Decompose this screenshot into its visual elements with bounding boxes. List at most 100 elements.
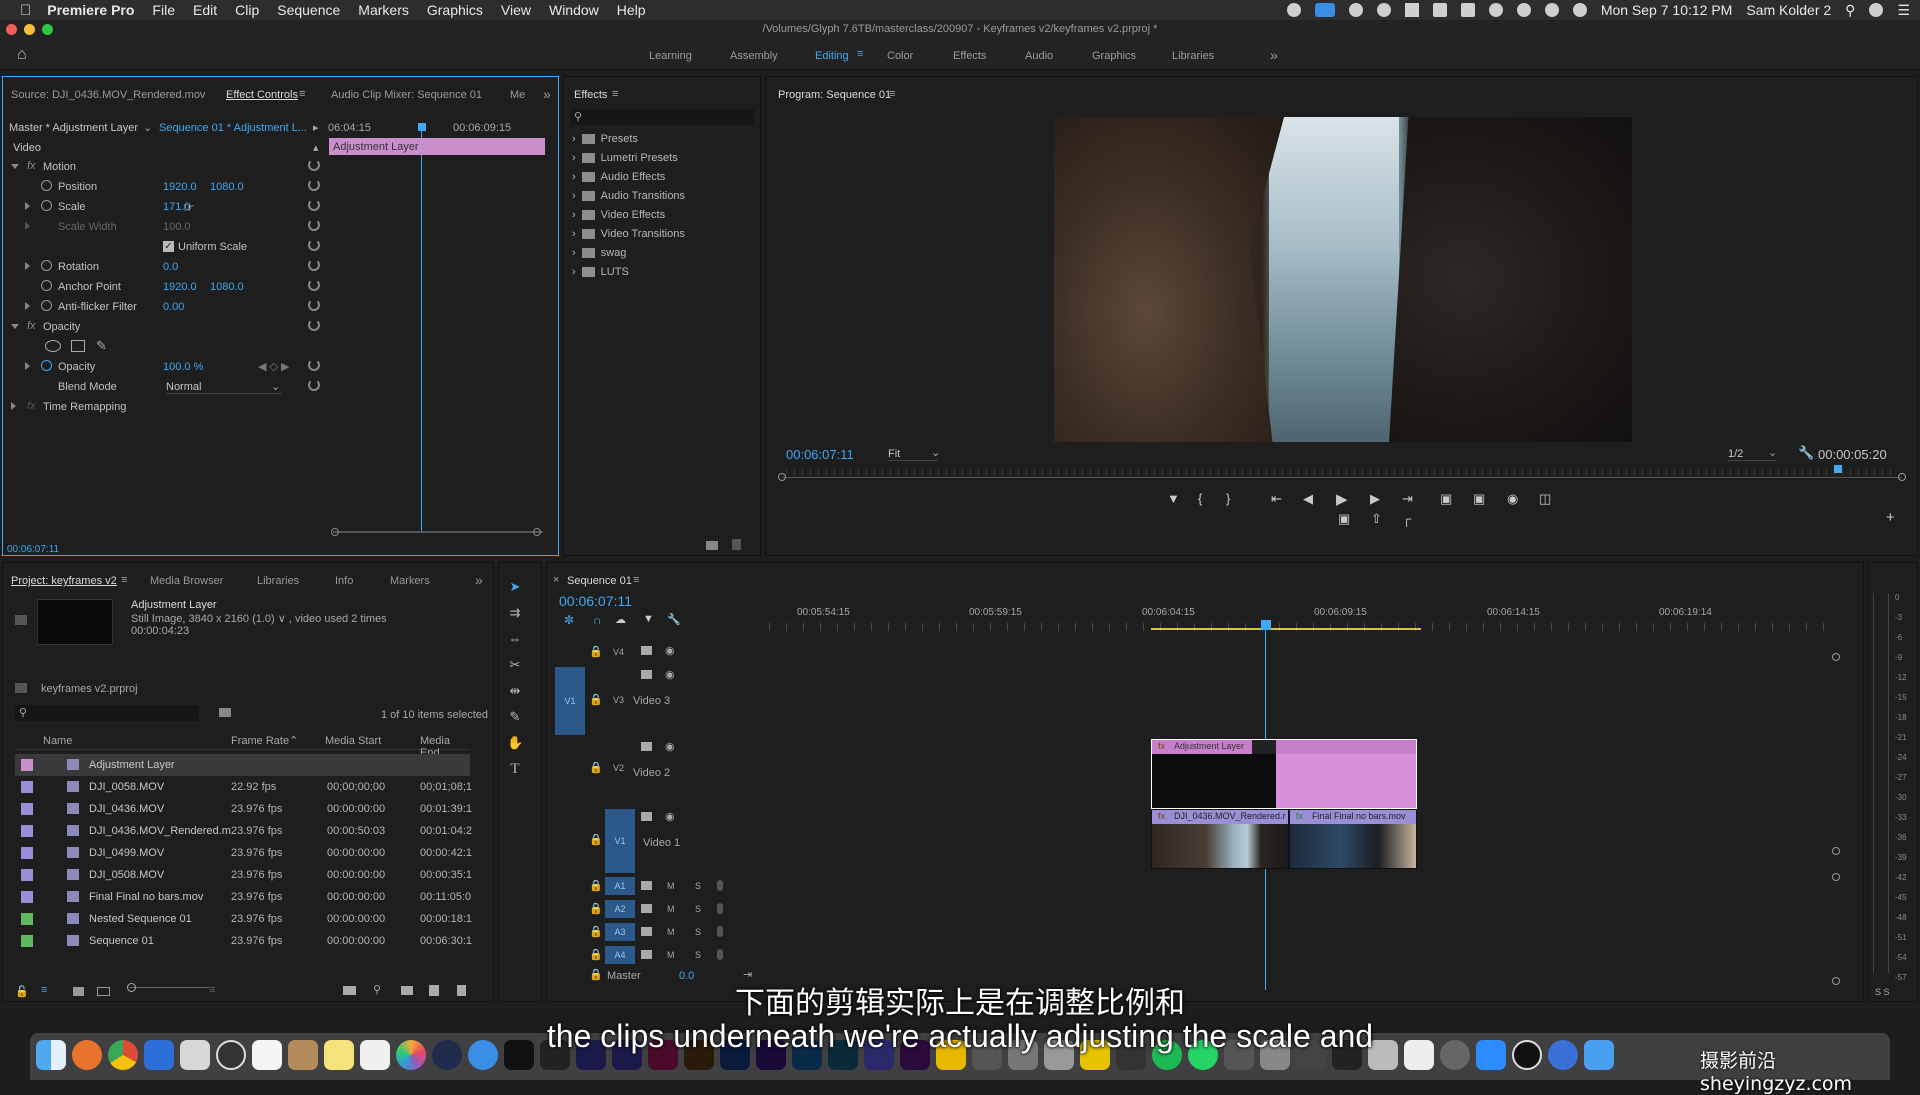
row-opacity[interactable]: Opacity 100.0 % ◀ ◇ ▶	[3, 357, 328, 377]
scrubber-start-handle[interactable]	[778, 473, 786, 481]
stopwatch-icon[interactable]	[41, 280, 52, 291]
solo-button[interactable]: S	[695, 881, 701, 891]
airplay-icon[interactable]	[1460, 3, 1475, 17]
new-bin-from-search-icon[interactable]	[219, 708, 231, 717]
label-color-swatch[interactable]	[21, 891, 33, 903]
chevron-down-icon[interactable]: ⌄	[1768, 446, 1777, 459]
label-color-swatch[interactable]	[21, 847, 33, 859]
step-back-button[interactable]: ◀	[1303, 491, 1313, 507]
work-area-bar[interactable]	[1151, 628, 1421, 630]
workspace-learning[interactable]: Learning	[649, 50, 692, 62]
expand-icon[interactable]	[25, 362, 30, 370]
pen-mask-icon[interactable]: ✎	[96, 338, 107, 354]
mark-in-button[interactable]: {	[1198, 491, 1202, 506]
comparison-view-button[interactable]: ◫	[1539, 491, 1551, 507]
workspace-menu-icon[interactable]: ≡	[857, 48, 863, 60]
effects-item-video-transitions[interactable]: › Video Transitions	[572, 228, 685, 246]
lock-icon[interactable]: 🔒	[589, 645, 603, 658]
cloud-icon[interactable]	[1348, 3, 1363, 17]
eye-icon[interactable]: ◉	[665, 810, 675, 823]
extract-button[interactable]: ▣	[1473, 491, 1485, 507]
minimize-window-button[interactable]	[24, 24, 35, 35]
effects-title[interactable]: Effects	[574, 89, 607, 101]
hand-tool-icon[interactable]: ✋	[507, 735, 523, 751]
go-to-in-button[interactable]: ⇤	[1271, 491, 1282, 507]
clock-icon[interactable]	[1488, 3, 1503, 17]
warning-icon[interactable]	[1404, 3, 1419, 17]
column-name[interactable]: Name	[43, 735, 72, 747]
reset-icon[interactable]	[308, 319, 320, 331]
lock-icon[interactable]: 🔒	[589, 761, 603, 774]
uniform-scale-checkbox[interactable]: ✓	[163, 241, 174, 252]
label-color-swatch[interactable]	[21, 869, 33, 881]
reset-icon[interactable]	[308, 199, 320, 211]
play-button[interactable]: ▶	[1336, 490, 1348, 508]
sync-lock-icon[interactable]	[641, 670, 652, 679]
tabs-overflow[interactable]: »	[543, 86, 551, 102]
workspace-effects[interactable]: Effects	[953, 50, 986, 62]
panel-menu-icon[interactable]: ≡	[889, 88, 895, 100]
lock-icon[interactable]: 🔒	[589, 693, 603, 706]
timeline-vscroll-handle[interactable]	[1832, 847, 1840, 855]
reset-icon[interactable]	[308, 179, 320, 191]
effects-search-input[interactable]: ⚲	[570, 109, 754, 125]
workspace-color[interactable]: Color	[887, 50, 913, 62]
column-media-start[interactable]: Media Start	[325, 735, 381, 747]
project-search-input[interactable]: ⚲	[15, 705, 199, 721]
track-v2-label[interactable]: V2	[613, 763, 624, 773]
slip-tool-icon[interactable]: ⇹	[507, 683, 523, 699]
stopwatch-icon[interactable]	[41, 360, 52, 371]
track-v4-label[interactable]: V4	[613, 647, 624, 657]
reset-icon[interactable]	[308, 279, 320, 291]
screen-icon[interactable]	[1432, 3, 1447, 17]
label-color-swatch[interactable]	[21, 913, 33, 925]
track-v1-label[interactable]: V1	[605, 809, 635, 873]
list-item[interactable]: Sequence 01 23.976 fps 00:00:00:00 00:06:30…	[15, 930, 472, 952]
timeline-vscroll-handle[interactable]	[1832, 653, 1840, 661]
tab-metadata[interactable]: Me	[510, 89, 525, 101]
row-motion[interactable]: fx Motion	[3, 157, 328, 177]
bolt-icon[interactable]	[1376, 3, 1391, 17]
eye-icon[interactable]: ◉	[665, 644, 675, 657]
expand-icon[interactable]	[25, 262, 30, 270]
panel-menu-icon[interactable]: ≡	[299, 88, 305, 100]
tab-effect-controls[interactable]: Effect Controls	[226, 89, 298, 101]
rectangle-mask-icon[interactable]	[71, 340, 85, 352]
type-tool-icon[interactable]: T	[507, 761, 523, 777]
sync-lock-icon[interactable]	[641, 812, 652, 821]
nest-toggle-icon[interactable]: ✼	[564, 613, 574, 627]
row-position[interactable]: Position 1920.0 1080.0	[3, 177, 328, 197]
final-no-bars-clip[interactable]: fx Final Final no bars.mov	[1289, 809, 1417, 869]
dji-0436-rendered-clip[interactable]: fx DJI_0436.MOV_Rendered.m	[1151, 809, 1289, 869]
item-thumbnail[interactable]	[37, 599, 113, 645]
sequence-clip-label[interactable]: Sequence 01 * Adjustment L...	[159, 122, 307, 134]
menu-clip[interactable]: Clip	[235, 2, 259, 18]
menu-file[interactable]: File	[152, 2, 175, 18]
track-a3-label[interactable]: A3	[605, 923, 635, 941]
sync-lock-icon[interactable]	[641, 742, 652, 751]
ripple-edit-tool-icon[interactable]: ⇔	[507, 631, 523, 647]
reset-icon[interactable]	[308, 299, 320, 311]
reset-icon[interactable]	[308, 259, 320, 271]
ec-scrollbar[interactable]	[333, 531, 543, 533]
wifi-icon[interactable]	[1544, 3, 1559, 17]
tab-markers[interactable]: Markers	[390, 575, 430, 587]
row-scale[interactable]: Scale 171.0 ☞	[3, 197, 328, 217]
position-x-value[interactable]: 1920.0	[163, 181, 197, 193]
label-color-swatch[interactable]	[21, 781, 33, 793]
workspace-audio[interactable]: Audio	[1025, 50, 1053, 62]
sync-lock-icon[interactable]	[641, 904, 652, 913]
list-item[interactable]: DJI_0499.MOV 23.976 fps 00:00:00:00 00:00:4…	[15, 842, 472, 864]
tab-project[interactable]: Project: keyframes v2	[11, 575, 117, 587]
ec-scroll-handle-left[interactable]	[331, 528, 339, 536]
fx-icon[interactable]: fx	[27, 320, 36, 332]
sort-ascending-icon[interactable]: ⌃	[289, 734, 298, 747]
label-color-swatch[interactable]	[21, 803, 33, 815]
track-a2-label[interactable]: A2	[605, 900, 635, 918]
notification-icon[interactable]: ☰	[1897, 2, 1910, 19]
add-marker-icon[interactable]: ▼	[643, 613, 654, 625]
reset-icon[interactable]	[308, 379, 320, 391]
row-anti-flicker[interactable]: Anti-flicker Filter 0.00	[3, 297, 328, 317]
ec-scroll-handle-right[interactable]	[533, 528, 541, 536]
mark-out-button[interactable]: }	[1226, 491, 1230, 506]
